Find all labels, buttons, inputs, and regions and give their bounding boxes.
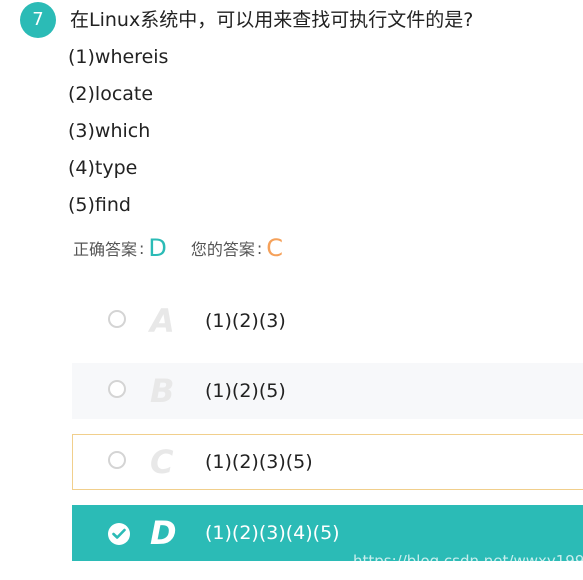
question-title: 在Linux系统中，可以用来查找可执行文件的是? xyxy=(70,9,474,31)
correct-answer-value: D xyxy=(148,234,167,262)
question-item: (1)whereis xyxy=(68,46,169,68)
option-letter: D xyxy=(150,514,177,552)
correct-answer-colon: : xyxy=(139,238,145,258)
option-a[interactable]: A (1)(2)(3) xyxy=(72,293,583,349)
option-text: (1)(2)(5) xyxy=(205,380,286,402)
radio-unchecked-icon[interactable] xyxy=(108,380,126,398)
radio-unchecked-icon[interactable] xyxy=(108,451,126,469)
option-letter: A xyxy=(150,302,175,340)
question-item: (5)find xyxy=(68,194,131,216)
option-text: (1)(2)(3)(4)(5) xyxy=(205,522,340,544)
correct-answer-label: 正确答案 xyxy=(73,240,138,259)
watermark: https://blog.csdn.net/wwxy1995 xyxy=(353,552,583,570)
question-card: 7 在Linux系统中，可以用来查找可执行文件的是? (1)whereis (2… xyxy=(0,0,583,580)
option-text: (1)(2)(3) xyxy=(205,310,286,332)
question-item: (2)locate xyxy=(68,83,154,105)
option-text: (1)(2)(3)(5) xyxy=(205,451,313,473)
question-item: (3)which xyxy=(68,120,151,142)
user-answer-colon: : xyxy=(256,238,263,258)
option-c[interactable]: C (1)(2)(3)(5) xyxy=(72,434,583,490)
question-number-badge: 7 xyxy=(20,2,56,38)
answer-summary: 正确答案 : D 您的答案 : C xyxy=(73,234,283,262)
question-item: (4)type xyxy=(68,157,138,179)
user-answer-label: 您的答案 xyxy=(190,240,255,259)
checkmark-icon xyxy=(112,528,126,539)
option-b[interactable]: B (1)(2)(5) xyxy=(72,363,583,419)
radio-checked-icon[interactable] xyxy=(108,523,130,545)
radio-unchecked-icon[interactable] xyxy=(108,310,126,328)
question-items: (1)whereis (2)locate (3)which (4)type (5… xyxy=(68,42,168,227)
user-answer-value: C xyxy=(266,234,284,262)
option-letter: C xyxy=(150,443,174,481)
question-number: 7 xyxy=(32,9,44,30)
option-letter: B xyxy=(150,372,175,410)
